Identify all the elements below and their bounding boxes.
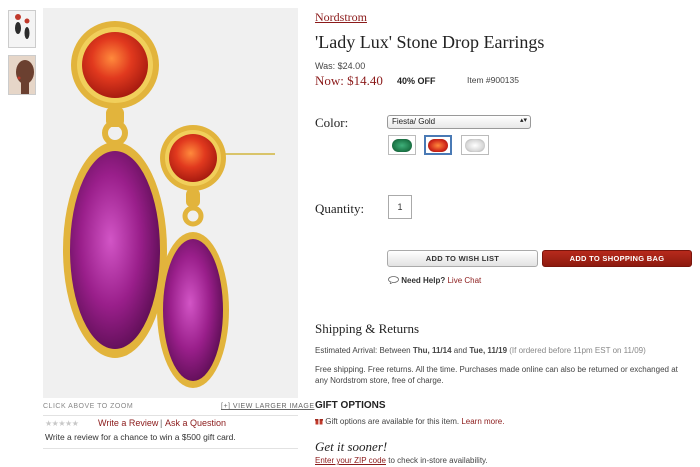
link-separator: | <box>160 418 163 428</box>
brand-link[interactable]: Nordstrom <box>315 10 367 25</box>
zip-row: Enter your ZIP code to check in-store av… <box>315 455 488 466</box>
review-promo-text: Write a review for a chance to win a $50… <box>45 432 236 442</box>
write-review-link[interactable]: Write a Review <box>98 418 158 428</box>
zip-text: to check in-store availability. <box>388 456 488 465</box>
arrival-prefix: Estimated Arrival: Between <box>315 346 411 355</box>
divider <box>43 415 298 416</box>
discount-badge: 40% OFF <box>397 76 436 86</box>
swatch-clear[interactable] <box>461 135 489 155</box>
arrival-and: and <box>453 346 468 355</box>
swatch-red[interactable] <box>424 135 452 155</box>
color-select-value: Fiesta/ Gold <box>392 117 436 126</box>
help-row: Need Help? Live Chat <box>388 276 481 286</box>
arrival-date-end: Tue, 11/19 <box>469 346 508 355</box>
gift-icon <box>315 417 323 428</box>
thumbnail-model[interactable] <box>8 55 36 95</box>
shipping-heading: Shipping & Returns <box>315 321 420 336</box>
divider <box>43 448 298 449</box>
need-help-label: Need Help? <box>401 276 446 285</box>
live-chat-link[interactable]: Live Chat <box>447 276 481 285</box>
click-to-zoom-hint: CLICK ABOVE TO ZOOM <box>43 403 134 410</box>
add-to-wish-list-button[interactable]: ADD TO WISH LIST <box>387 250 538 267</box>
product-title: 'Lady Lux' Stone Drop Earrings <box>315 32 545 52</box>
color-select[interactable]: Fiesta/ Gold ▴▾ <box>387 115 531 129</box>
quantity-label: Quantity: <box>315 201 365 216</box>
product-image[interactable] <box>43 8 298 398</box>
arrival-date-start: Thu, 11/14 <box>412 346 452 355</box>
add-to-shopping-bag-button[interactable]: ADD TO SHOPPING BAG <box>542 250 692 267</box>
now-price: Now: $14.40 <box>315 73 383 88</box>
was-price: Was: $24.00 <box>315 61 366 71</box>
learn-more-link[interactable]: Learn more. <box>461 417 504 426</box>
quantity-input[interactable]: 1 <box>388 195 412 219</box>
gift-options-text: Gift options are available for this item… <box>325 417 460 426</box>
zip-code-link[interactable]: Enter your ZIP code <box>315 456 386 465</box>
gift-options-heading: GIFT OPTIONS <box>315 400 386 411</box>
gift-options-row: Gift options are available for this item… <box>315 416 504 428</box>
select-arrows-icon: ▴▾ <box>519 117 527 124</box>
arrival-note: (If ordered before 11pm EST on 11/09) <box>509 346 646 355</box>
view-larger-link[interactable]: [+] VIEW LARGER IMAGE <box>221 403 315 410</box>
shipping-policy: Free shipping. Free returns. All the tim… <box>315 365 678 385</box>
rating-stars: ★★★★★ <box>45 419 79 428</box>
thumbnail-earrings[interactable] <box>8 10 36 48</box>
item-number: Item #900135 <box>467 75 519 85</box>
swatch-green[interactable] <box>388 135 416 155</box>
color-label: Color: <box>315 115 349 130</box>
earrings-illustration <box>63 21 275 388</box>
get-it-sooner-heading: Get it sooner! <box>315 439 388 454</box>
chat-bubble-icon <box>388 276 399 286</box>
arrival-estimate: Estimated Arrival: Between Thu, 11/14 an… <box>315 345 695 356</box>
ask-question-link[interactable]: Ask a Question <box>165 418 226 428</box>
